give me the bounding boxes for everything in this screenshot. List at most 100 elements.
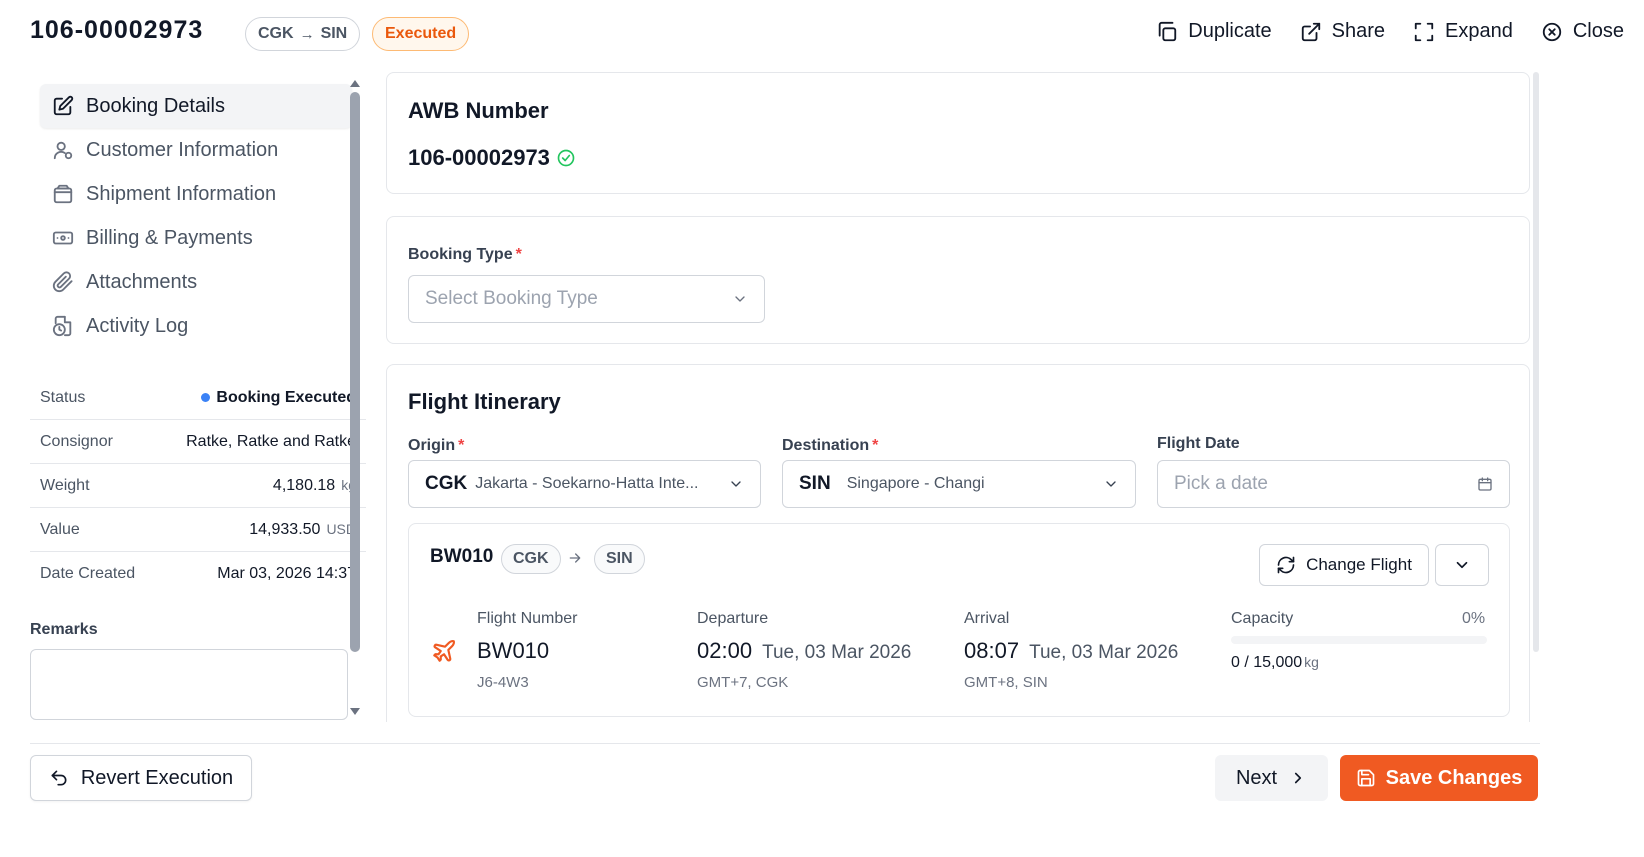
flight-destination-badge: SIN bbox=[594, 544, 645, 574]
chevron-down-icon bbox=[735, 296, 745, 302]
scroll-up-icon[interactable] bbox=[350, 80, 360, 87]
save-changes-label: Save Changes bbox=[1385, 766, 1523, 789]
edit-icon bbox=[53, 95, 74, 116]
page-title: 106-00002973 bbox=[30, 16, 204, 44]
arrow-right-icon: → bbox=[299, 25, 315, 43]
sidebar-item-billing-payments[interactable]: Billing & Payments bbox=[40, 216, 352, 260]
capacity-unit: kg bbox=[1304, 654, 1319, 670]
awb-card: AWB Number 106-00002973 bbox=[386, 72, 1530, 194]
header-actions: Duplicate Share Expand Close bbox=[1156, 20, 1624, 43]
booking-type-label: Booking Type * bbox=[408, 246, 522, 264]
sidebar-item-label: Customer Information bbox=[86, 138, 279, 161]
awb-card-title: AWB Number bbox=[408, 98, 549, 123]
flight-itinerary-card: Flight Itinerary Origin * CGK Jakarta - S… bbox=[386, 364, 1530, 722]
calendar-icon bbox=[1478, 477, 1492, 491]
summary-row-value: Value 14,933.50 USD bbox=[30, 508, 366, 552]
header: 106-00002973 CGK → SIN Executed Duplicat… bbox=[0, 0, 1644, 66]
destination-label: Destination * bbox=[782, 437, 878, 455]
origin-select[interactable]: CGK Jakarta - Soekarno-Hatta Inte... bbox=[408, 460, 761, 508]
flight-card-number: BW010 bbox=[430, 546, 494, 567]
arrival-date: Tue, 03 Mar 2026 bbox=[1029, 642, 1179, 663]
summary-value: 14,933.50 USD bbox=[249, 521, 356, 539]
departure-label: Departure bbox=[697, 610, 769, 627]
status-text: Booking Executed bbox=[216, 388, 356, 406]
flight-options-button[interactable] bbox=[1435, 544, 1489, 586]
booking-summary: Status Booking Executed Consignor Ratke,… bbox=[30, 376, 366, 596]
expand-button[interactable]: Expand bbox=[1413, 20, 1513, 43]
required-marker: * bbox=[458, 437, 465, 454]
status-badge: Executed bbox=[372, 17, 470, 51]
sidebar-item-customer-information[interactable]: Customer Information bbox=[40, 128, 352, 172]
summary-row-status: Status Booking Executed bbox=[30, 376, 366, 420]
next-button[interactable]: Next bbox=[1215, 755, 1328, 801]
booking-type-card: Booking Type * Select Booking Type bbox=[386, 216, 1530, 344]
origin-name: Jakarta - Soekarno-Hatta Inte... bbox=[475, 475, 699, 492]
banknote-icon bbox=[52, 231, 74, 245]
booking-type-placeholder: Select Booking Type bbox=[425, 288, 598, 309]
revert-execution-button[interactable]: Revert Execution bbox=[30, 755, 252, 801]
departure-time: 02:00 bbox=[697, 638, 753, 663]
summary-row-date-created: Date Created Mar 03, 2026 14:37 bbox=[30, 552, 366, 596]
flight-date-picker[interactable]: Pick a date bbox=[1157, 460, 1510, 508]
sidebar-item-label: Shipment Information bbox=[86, 182, 277, 205]
share-label: Share bbox=[1331, 20, 1386, 42]
summary-label: Consignor bbox=[40, 432, 113, 450]
capacity-percent: 0% bbox=[1462, 610, 1486, 627]
sidebar-item-label: Activity Log bbox=[86, 314, 189, 337]
capacity-amount: 0 / 15,000 bbox=[1231, 654, 1303, 671]
sidebar-item-attachments[interactable]: Attachments bbox=[40, 260, 352, 304]
plane-icon bbox=[433, 639, 456, 662]
chevron-right-icon bbox=[1294, 772, 1302, 784]
remarks-textarea[interactable] bbox=[30, 649, 348, 720]
share-button[interactable]: Share bbox=[1300, 20, 1385, 43]
sidebar-item-label: Billing & Payments bbox=[86, 226, 253, 249]
flight-date-label: Flight Date bbox=[1157, 435, 1240, 452]
summary-value: Ratke, Ratke and Ratke bbox=[186, 432, 356, 450]
capacity-value: 0 / 15,000 kg bbox=[1231, 654, 1319, 672]
sidebar-item-booking-details[interactable]: Booking Details bbox=[40, 84, 352, 128]
booking-type-label-text: Booking Type bbox=[408, 246, 513, 263]
sidebar-item-shipment-information[interactable]: Shipment Information bbox=[40, 172, 352, 216]
flight-itinerary-title: Flight Itinerary bbox=[408, 389, 561, 414]
value-number: 14,933.50 bbox=[249, 520, 321, 538]
change-flight-label: Change Flight bbox=[1306, 555, 1412, 574]
sidebar-item-label: Booking Details bbox=[86, 94, 225, 117]
required-marker: * bbox=[515, 246, 522, 263]
change-flight-button[interactable]: Change Flight bbox=[1259, 544, 1429, 586]
save-changes-button[interactable]: Save Changes bbox=[1340, 755, 1538, 801]
scrollbar-thumb[interactable] bbox=[350, 92, 360, 652]
route-badge: CGK → SIN bbox=[245, 17, 361, 51]
sidebar-scrollbar[interactable] bbox=[350, 80, 360, 720]
sidebar-item-label: Attachments bbox=[86, 270, 198, 293]
destination-label-text: Destination bbox=[782, 437, 870, 454]
paperclip-icon bbox=[52, 271, 73, 293]
departure-value: 02:00 Tue, 03 Mar 2026 bbox=[697, 638, 911, 664]
main-scrollbar[interactable] bbox=[1533, 72, 1539, 652]
departure-timezone: GMT+7, CGK bbox=[697, 674, 789, 691]
destination-select[interactable]: SIN Singapore - Changi bbox=[782, 460, 1136, 508]
close-label: Close bbox=[1572, 20, 1624, 42]
package-icon bbox=[53, 184, 73, 204]
arrival-label: Arrival bbox=[964, 610, 1010, 627]
booking-type-select[interactable]: Select Booking Type bbox=[408, 275, 765, 323]
awb-number-text: 106-00002973 bbox=[408, 145, 550, 170]
remarks-label: Remarks bbox=[30, 621, 98, 638]
copy-icon bbox=[1159, 21, 1177, 41]
origin-code: CGK bbox=[425, 473, 468, 494]
arrow-right-icon bbox=[569, 553, 581, 563]
destination-code: SIN bbox=[799, 473, 831, 494]
awb-number-value: 106-00002973 bbox=[408, 145, 576, 171]
duplicate-button[interactable]: Duplicate bbox=[1156, 20, 1272, 43]
sidebar-item-activity-log[interactable]: Activity Log bbox=[40, 304, 352, 348]
close-button[interactable]: Close bbox=[1541, 20, 1624, 43]
origin-label-text: Origin bbox=[408, 437, 456, 454]
expand-icon bbox=[1414, 22, 1434, 41]
required-marker: * bbox=[872, 437, 879, 454]
origin-label: Origin * bbox=[408, 437, 464, 455]
expand-label: Expand bbox=[1445, 20, 1513, 42]
flight-number-label: Flight Number bbox=[477, 610, 578, 627]
scroll-down-icon[interactable] bbox=[350, 708, 360, 715]
summary-row-consignor: Consignor Ratke, Ratke and Ratke bbox=[30, 420, 366, 464]
check-circle-icon bbox=[557, 149, 575, 167]
destination-name: Singapore - Changi bbox=[846, 475, 985, 492]
